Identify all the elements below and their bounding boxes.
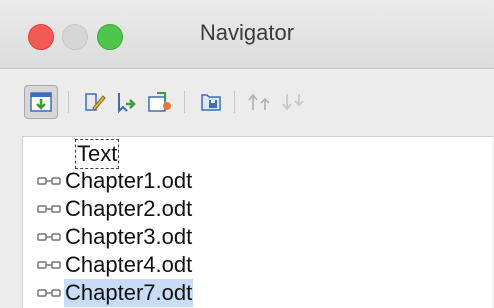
move-up-button[interactable]: [244, 85, 278, 119]
navigator-toolbar: [0, 69, 494, 131]
tree-item-chapter7[interactable]: Chapter7.odt: [23, 279, 493, 307]
save-as-button[interactable]: [194, 85, 228, 119]
window-title: Navigator: [199, 20, 295, 45]
tree-item-label: Chapter3.odt: [65, 224, 193, 249]
link-icon: [37, 205, 61, 213]
tree-item-label: Chapter2.odt: [65, 196, 193, 221]
insert-icon: [118, 93, 136, 114]
tree-item-chapter4[interactable]: Chapter4.odt: [23, 251, 493, 279]
link-icon: [37, 233, 61, 241]
navigator-tree[interactable]: Text Chapter1.odt Chapter2.odt Chapter3.…: [22, 136, 493, 308]
tree-item-text[interactable]: Text: [23, 137, 493, 169]
toggle-button[interactable]: [24, 85, 58, 119]
tree-item-label-selected: Chapter7.odt: [64, 279, 194, 307]
new-document-icon: [148, 92, 171, 112]
tree-item-label: Chapter4.odt: [65, 252, 193, 277]
tree-item-chapter2[interactable]: Chapter2.odt: [23, 195, 493, 223]
title-bar: Navigator: [0, 0, 494, 69]
edit-button[interactable]: [78, 85, 112, 119]
link-icon: [37, 261, 61, 269]
insert-button[interactable]: [110, 85, 144, 119]
move-down-icon: [282, 94, 304, 111]
tree-item-label: Chapter1.odt: [65, 168, 193, 193]
new-document-button[interactable]: [143, 85, 177, 119]
link-icon: [37, 177, 61, 185]
edit-icon: [85, 93, 106, 111]
tree-item-chapter1[interactable]: Chapter1.odt: [23, 167, 493, 195]
toggle-icon: [30, 92, 52, 112]
link-icon: [37, 289, 61, 297]
text-item-label: Text: [75, 139, 120, 169]
move-down-button[interactable]: [278, 85, 312, 119]
move-up-icon: [248, 93, 270, 110]
tree-item-chapter3[interactable]: Chapter3.odt: [23, 223, 493, 251]
save-as-icon: [201, 94, 221, 111]
